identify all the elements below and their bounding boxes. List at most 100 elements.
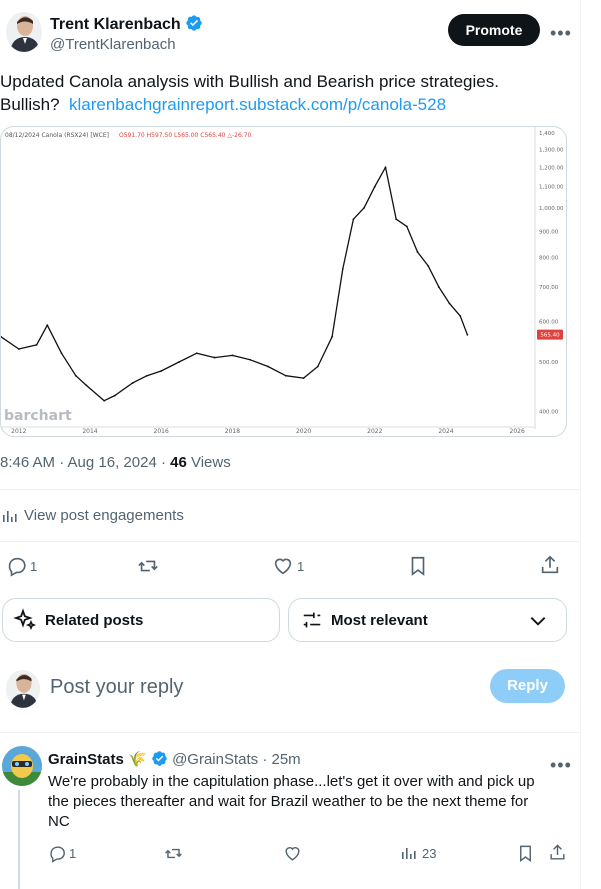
chart-header-date: 08/12/2024 Canola (RSX24) [WCE] <box>5 132 109 139</box>
reply-views-action[interactable]: 23 <box>401 845 436 861</box>
chart-image-card[interactable]: 08/12/2024 Canola (RSX24) [WCE] O591.70 … <box>0 126 567 437</box>
price-point <box>160 370 163 372</box>
repost-action[interactable] <box>137 555 159 577</box>
price-point <box>405 225 408 228</box>
price-point <box>316 365 319 368</box>
sort-replies-dropdown[interactable]: Most relevant <box>288 598 567 642</box>
x-tick-label: 2024 <box>438 428 453 435</box>
reply-author-row: GrainStats 🌾 @GrainStats · 25m <box>48 750 301 768</box>
share-icon <box>541 555 559 574</box>
y-tick-label: 500.00 <box>539 360 559 366</box>
price-point <box>416 251 419 253</box>
reply-time[interactable]: · 25m <box>262 751 300 768</box>
price-point <box>341 267 344 270</box>
y-tick-label: 700.00 <box>539 285 559 291</box>
reply-button[interactable]: Reply <box>490 669 565 703</box>
reply-share-action[interactable] <box>548 843 567 862</box>
y-tick-label: 800.00 <box>539 255 559 261</box>
bookmark-icon <box>411 556 425 576</box>
y-tick-label: 900.00 <box>539 229 559 235</box>
price-point <box>267 365 269 368</box>
divider <box>0 489 580 490</box>
price-point <box>231 354 234 357</box>
post-text: Updated Canola analysis with Bullish and… <box>0 70 578 116</box>
divider <box>0 732 580 733</box>
view-engagements-label[interactable]: View post engagements <box>24 507 184 524</box>
price-point <box>131 382 134 384</box>
post-text-prefix: Bullish? <box>0 95 60 114</box>
price-point <box>103 399 106 402</box>
like-action[interactable]: 1 <box>272 555 304 577</box>
x-tick-label: 2014 <box>82 428 97 435</box>
related-posts-button[interactable]: Related posts <box>2 598 280 642</box>
reply-icon <box>8 557 26 577</box>
reply-author-name[interactable]: GrainStats <box>48 751 124 768</box>
reply-repost-action[interactable] <box>164 844 183 863</box>
price-point <box>213 356 216 359</box>
avatar-photo-icon <box>6 670 40 708</box>
wheat-emoji-icon: 🌾 <box>128 751 147 768</box>
promote-button[interactable]: Promote <box>448 14 540 46</box>
sort-label: Most relevant <box>331 611 428 629</box>
grainstats-avatar-icon <box>2 746 42 786</box>
price-point <box>195 352 198 355</box>
price-point <box>427 265 430 267</box>
verified-badge-icon <box>152 751 167 766</box>
y-tick-label: 1,400 <box>539 131 555 137</box>
analytics-icon <box>402 848 416 859</box>
price-point <box>17 348 20 350</box>
reply-reply-action[interactable]: 1 <box>48 844 76 863</box>
price-series-line <box>1 166 469 402</box>
x-tick-label: 2022 <box>367 428 382 435</box>
column-border <box>580 0 581 889</box>
view-engagements-link[interactable]: View post engagements <box>2 507 184 524</box>
y-tick-label: 1,200.00 <box>539 165 564 171</box>
reply-text-line1: We're probably in the capitulation phase… <box>48 773 535 790</box>
reply-input[interactable]: Post your reply <box>50 676 183 699</box>
reply-author-avatar[interactable] <box>2 746 42 786</box>
reply-icon <box>50 846 65 863</box>
price-point <box>466 333 469 336</box>
more-options-icon[interactable]: ••• <box>550 24 572 42</box>
post-time[interactable]: 8:46 AM · Aug 16, 2024 · <box>0 454 170 471</box>
reply-like-action[interactable] <box>283 844 302 863</box>
x-tick-label: 2016 <box>154 428 169 435</box>
price-point <box>46 324 49 327</box>
views-count: 46 <box>170 454 187 471</box>
author-name-row[interactable]: Trent Klarenbach <box>50 14 203 34</box>
price-point <box>363 206 366 209</box>
sparkle-icon <box>13 608 37 631</box>
author-handle[interactable]: @TrentKlarenbach <box>50 36 176 53</box>
heart-icon <box>285 847 300 861</box>
repost-icon <box>165 848 182 859</box>
y-tick-label: 1,000.00 <box>539 206 564 212</box>
views-label: Views <box>186 454 231 471</box>
reply-author-handle[interactable]: @GrainStats <box>172 751 258 768</box>
y-tick-label: 600.00 <box>539 319 559 325</box>
share-action[interactable] <box>539 554 561 576</box>
y-tick-label: 1,300.00 <box>539 147 564 153</box>
price-point <box>74 374 77 377</box>
author-avatar[interactable] <box>6 12 42 52</box>
related-posts-label: Related posts <box>45 611 144 629</box>
price-point <box>85 384 88 387</box>
post-link[interactable]: klarenbachgrainreport.substack.com/p/can… <box>69 95 446 114</box>
author-name[interactable]: Trent Klarenbach <box>50 16 181 33</box>
reply-text-line3: NC <box>48 813 70 830</box>
price-point <box>302 377 305 380</box>
sliders-icon <box>303 612 321 628</box>
heart-icon <box>274 558 292 575</box>
price-point <box>35 343 38 346</box>
reply-action[interactable]: 1 <box>6 555 37 577</box>
reply-text: We're probably in the capitulation phase… <box>48 772 578 832</box>
analytics-icon <box>3 510 17 522</box>
price-chart: 08/12/2024 Canola (RSX24) [WCE] O591.70 … <box>1 127 564 435</box>
bookmark-action[interactable] <box>407 555 429 577</box>
price-point <box>331 335 333 338</box>
share-icon <box>550 844 565 860</box>
price-point <box>284 374 287 377</box>
reply-more-options-icon[interactable]: ••• <box>550 756 572 774</box>
reply-bookmark-action[interactable] <box>516 844 535 863</box>
reply-views-count: 23 <box>422 845 437 861</box>
divider <box>0 541 580 542</box>
